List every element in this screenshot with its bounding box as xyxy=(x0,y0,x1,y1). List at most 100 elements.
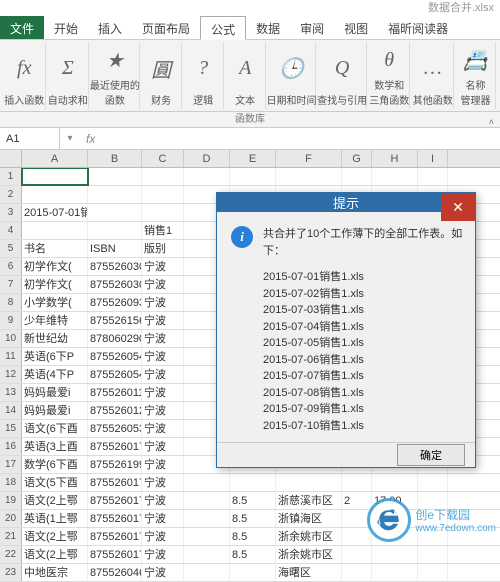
cell[interactable]: 新世纪幼 xyxy=(22,330,88,347)
ribbon-datetime[interactable]: 🕒日期和时间 xyxy=(268,42,317,109)
cell[interactable] xyxy=(418,546,448,563)
cell[interactable]: 初学作文( xyxy=(22,258,88,275)
cell[interactable]: 2015-07-01销售1 xyxy=(22,204,88,221)
cell[interactable] xyxy=(342,168,372,185)
row-header[interactable]: 20 xyxy=(0,510,22,527)
cell[interactable]: 875526017 xyxy=(88,546,142,563)
cell[interactable]: 语文(5下酉 xyxy=(22,474,88,491)
cell[interactable] xyxy=(230,474,276,491)
cell[interactable]: 版别 xyxy=(142,240,184,257)
ribbon-other[interactable]: …其他函数 xyxy=(412,42,454,109)
cell[interactable] xyxy=(342,546,372,563)
cell[interactable]: 875526156 xyxy=(88,312,142,329)
row-header[interactable]: 21 xyxy=(0,528,22,545)
cell[interactable]: 销售1 xyxy=(142,222,184,239)
cell[interactable]: 宁波 xyxy=(142,384,184,401)
ribbon-autosum[interactable]: Σ自动求和 xyxy=(48,42,90,109)
cell[interactable]: 宁波 xyxy=(142,438,184,455)
cell[interactable]: 宁波 xyxy=(142,366,184,383)
cell[interactable]: 宁波 xyxy=(142,330,184,347)
cell[interactable]: 数学(6下酉 xyxy=(22,456,88,473)
cell[interactable] xyxy=(372,474,418,491)
cell[interactable]: 宁波 xyxy=(142,402,184,419)
cell[interactable]: 宁波 xyxy=(142,564,184,581)
cell[interactable] xyxy=(184,564,230,581)
row-header[interactable]: 12 xyxy=(0,366,22,383)
row-header[interactable]: 13 xyxy=(0,384,22,401)
row-header[interactable]: 19 xyxy=(0,492,22,509)
col-header[interactable]: D xyxy=(184,150,230,167)
select-all-corner[interactable] xyxy=(0,150,22,167)
row-header[interactable]: 1 xyxy=(0,168,22,185)
col-header[interactable]: I xyxy=(418,150,448,167)
cell[interactable]: 少年维特 xyxy=(22,312,88,329)
col-header[interactable]: B xyxy=(88,150,142,167)
cell[interactable]: 浙余姚市区 xyxy=(276,546,342,563)
col-header[interactable]: A xyxy=(22,150,88,167)
cell[interactable]: 宁波 xyxy=(142,420,184,437)
cell[interactable]: 浙余姚市区 xyxy=(276,528,342,545)
row-header[interactable]: 17 xyxy=(0,456,22,473)
cell[interactable]: 书名 xyxy=(22,240,88,257)
cell[interactable] xyxy=(142,186,184,203)
row-header[interactable]: 5 xyxy=(0,240,22,257)
cell[interactable] xyxy=(88,222,142,239)
cell[interactable] xyxy=(142,204,184,221)
col-header[interactable]: G xyxy=(342,150,372,167)
tab-view[interactable]: 视图 xyxy=(334,16,378,39)
cell[interactable]: 875526017 xyxy=(88,438,142,455)
ribbon-logic[interactable]: ?逻辑 xyxy=(184,42,224,109)
cell[interactable] xyxy=(142,168,184,185)
cell[interactable] xyxy=(230,168,276,185)
ribbon-text[interactable]: A文本 xyxy=(226,42,266,109)
cell[interactable] xyxy=(276,474,342,491)
cell[interactable]: 875526199 xyxy=(88,456,142,473)
tab-data[interactable]: 数据 xyxy=(246,16,290,39)
cell[interactable]: 宁波 xyxy=(142,492,184,509)
cell[interactable] xyxy=(372,168,418,185)
tab-home[interactable]: 开始 xyxy=(44,16,88,39)
tab-layout[interactable]: 页面布局 xyxy=(132,16,200,39)
row-header[interactable]: 6 xyxy=(0,258,22,275)
cell[interactable] xyxy=(276,168,342,185)
row-header[interactable]: 11 xyxy=(0,348,22,365)
cell[interactable]: 875526046 xyxy=(88,564,142,581)
cell[interactable] xyxy=(184,546,230,563)
row-header[interactable]: 16 xyxy=(0,438,22,455)
cell[interactable]: 8.5 xyxy=(230,492,276,509)
cell[interactable]: 875526054 xyxy=(88,366,142,383)
ribbon-name-manager[interactable]: 📇名称 管理器 xyxy=(456,42,496,109)
chevron-up-icon[interactable]: ˄ xyxy=(489,114,494,130)
cell[interactable]: 浙慈溪市区 xyxy=(276,492,342,509)
tab-file[interactable]: 文件 xyxy=(0,16,44,39)
cell[interactable] xyxy=(418,564,448,581)
cell[interactable]: 宁波 xyxy=(142,312,184,329)
cell[interactable] xyxy=(22,186,88,203)
cell[interactable] xyxy=(418,168,448,185)
cell[interactable] xyxy=(372,546,418,563)
cell[interactable] xyxy=(88,204,142,221)
ok-button[interactable]: 确定 xyxy=(397,444,465,466)
cell[interactable]: 8.5 xyxy=(230,546,276,563)
cell[interactable]: ISBN xyxy=(88,240,142,257)
cell[interactable]: 宁波 xyxy=(142,456,184,473)
cell[interactable] xyxy=(184,528,230,545)
row-header[interactable]: 18 xyxy=(0,474,22,491)
row-header[interactable]: 14 xyxy=(0,402,22,419)
cell[interactable] xyxy=(88,186,142,203)
cell[interactable] xyxy=(184,474,230,491)
cell[interactable] xyxy=(342,564,372,581)
cell[interactable] xyxy=(230,564,276,581)
cell[interactable]: 875526017 xyxy=(88,474,142,491)
row-header[interactable]: 23 xyxy=(0,564,22,581)
cell[interactable]: 英语(1上鄂 xyxy=(22,510,88,527)
row-header[interactable]: 10 xyxy=(0,330,22,347)
cell[interactable]: 语文(6下酉 xyxy=(22,420,88,437)
row-header[interactable]: 9 xyxy=(0,312,22,329)
tab-foxit[interactable]: 福昕阅读器 xyxy=(378,16,458,39)
col-header[interactable]: H xyxy=(372,150,418,167)
formula-input[interactable] xyxy=(101,128,500,149)
cell[interactable]: 语文(2上鄂 xyxy=(22,492,88,509)
row-header[interactable]: 4 xyxy=(0,222,22,239)
tab-review[interactable]: 审阅 xyxy=(290,16,334,39)
